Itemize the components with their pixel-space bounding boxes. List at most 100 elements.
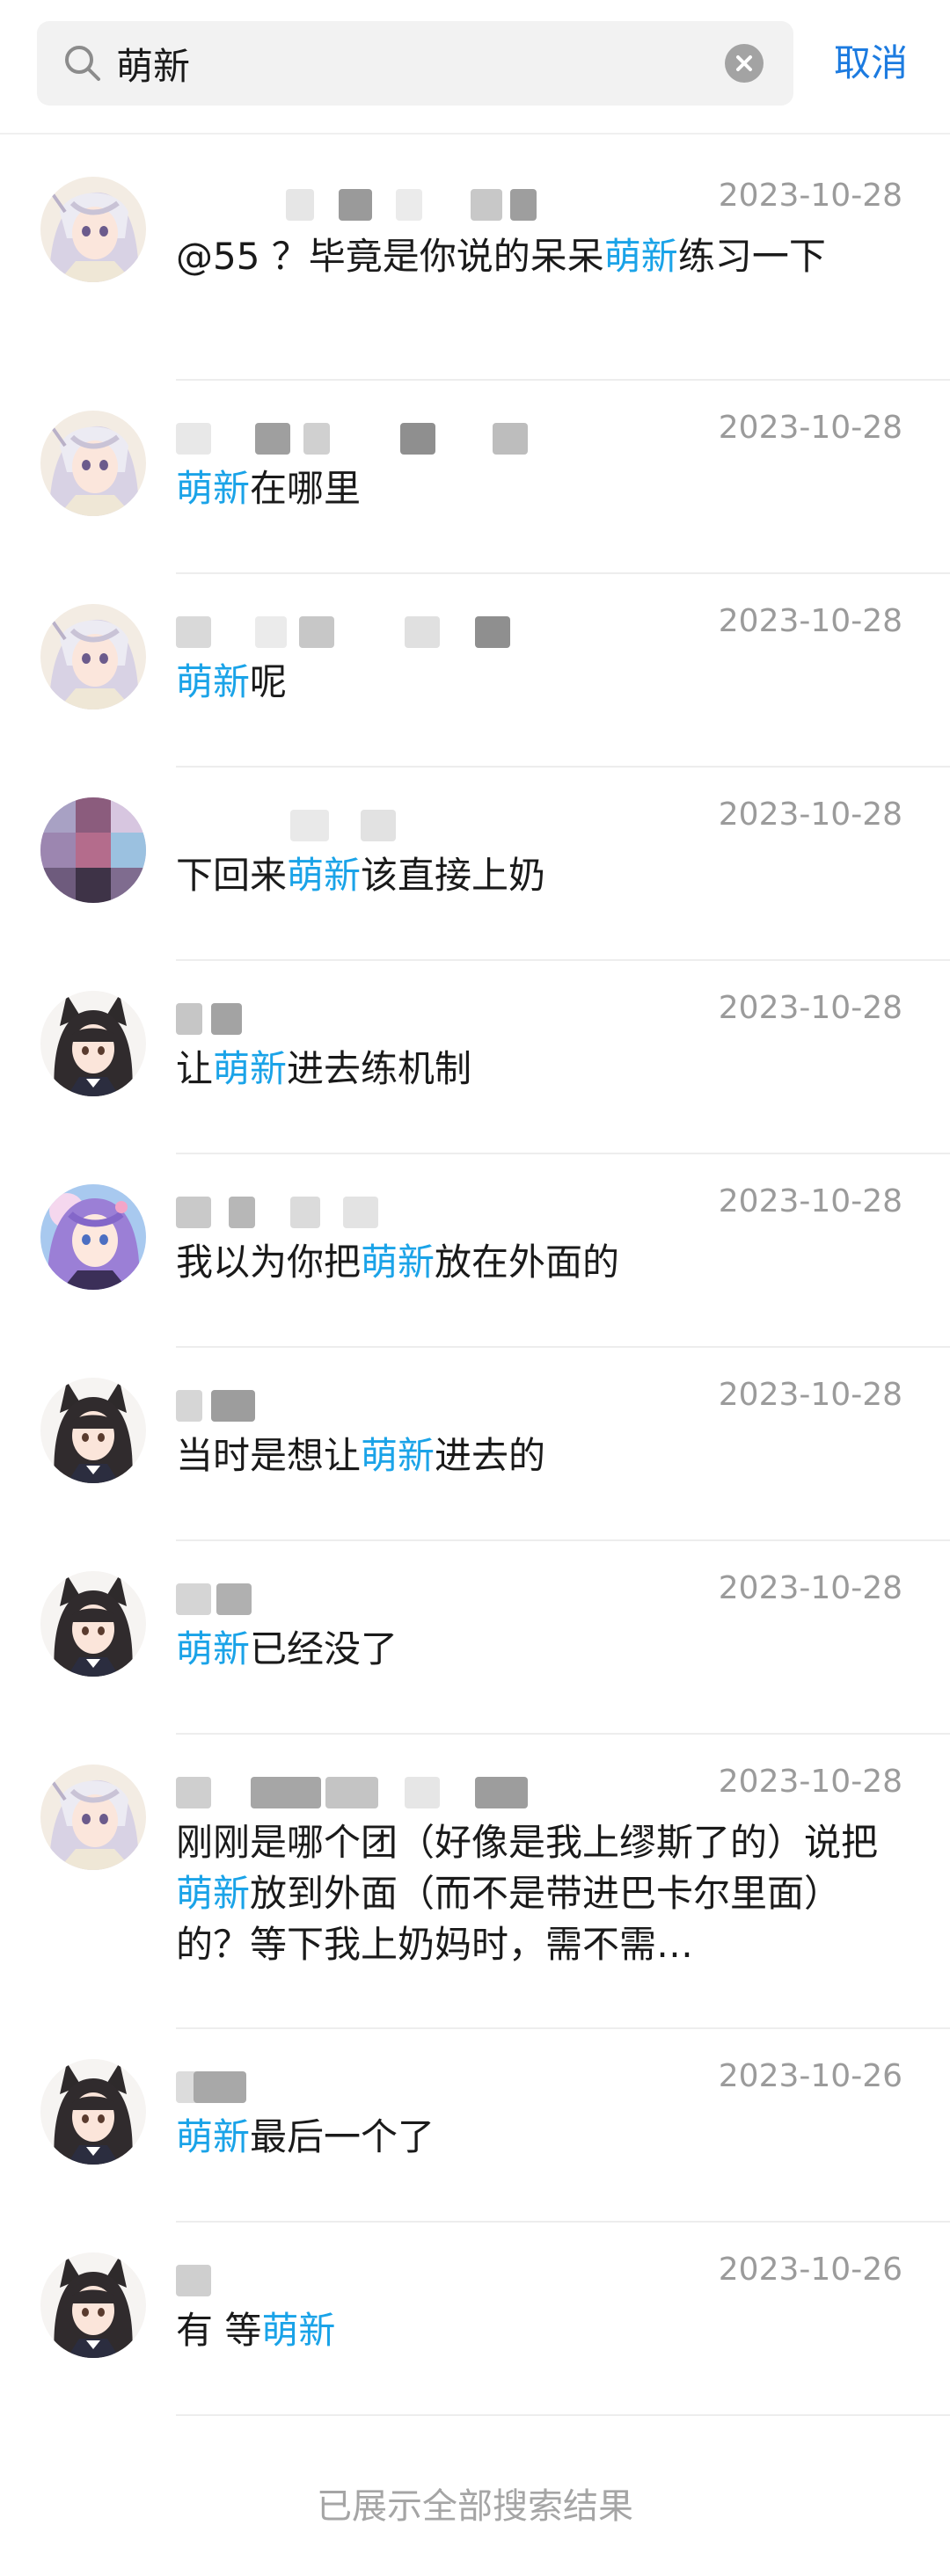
message-date: 2023-10-26 bbox=[718, 2058, 902, 2094]
search-result-item[interactable]: 2023-10-26 有 等萌新 bbox=[0, 2223, 950, 2416]
message-text: 下回来萌新该直接上奶 bbox=[176, 854, 546, 897]
message-text: 让萌新进去练机制 bbox=[176, 1047, 472, 1090]
keyword-highlight: 萌新 bbox=[361, 1434, 435, 1477]
search-input[interactable] bbox=[116, 21, 714, 106]
avatar-white-hair[interactable] bbox=[40, 604, 146, 709]
redaction-block bbox=[471, 189, 502, 221]
keyword-highlight: 萌新 bbox=[176, 1872, 251, 1915]
search-result-item[interactable]: 2023-10-28 萌新在哪里 bbox=[0, 381, 950, 574]
message-text: @55 ？毕竟是你说的呆呆萌新练习一下 bbox=[176, 235, 826, 278]
message-text: 刚刚是哪个团（好像是我上缪斯了的）说把萌新放到外面（而不是带进巴卡尔里面）的？等… bbox=[176, 1821, 879, 1966]
search-result-item[interactable]: 2023-10-28 刚刚是哪个团（好像是我上缪斯了的）说把萌新放到外面（而不是带… bbox=[0, 1735, 950, 2029]
redaction-block bbox=[176, 1390, 202, 1422]
clear-search-button[interactable] bbox=[725, 44, 764, 83]
redaction-block bbox=[475, 1777, 528, 1808]
redaction-block bbox=[229, 1197, 255, 1228]
cancel-button[interactable]: 取消 bbox=[809, 21, 932, 106]
keyword-highlight: 萌新 bbox=[603, 235, 678, 278]
redaction-block bbox=[343, 1197, 378, 1228]
message-date: 2023-10-26 bbox=[718, 2252, 902, 2288]
avatar-pixelated[interactable] bbox=[40, 797, 146, 903]
sender-name-redacted bbox=[176, 998, 545, 1037]
avatar-cat-ears-girl[interactable] bbox=[40, 1378, 146, 1483]
search-result-item[interactable]: 2023-10-28 @55 ？毕竟是你说的呆呆萌新练习一下 bbox=[0, 135, 950, 381]
redaction-block bbox=[176, 1583, 211, 1615]
message-date: 2023-10-28 bbox=[718, 990, 902, 1026]
message-date: 2023-10-28 bbox=[718, 1183, 902, 1219]
search-icon bbox=[62, 42, 104, 84]
redaction-block bbox=[176, 1003, 202, 1035]
redaction-block bbox=[510, 189, 537, 221]
sender-name-redacted bbox=[176, 184, 545, 222]
redaction-block bbox=[400, 423, 435, 455]
end-of-results-note: 已展示全部搜索结果 bbox=[317, 2486, 633, 2527]
sender-name-redacted bbox=[176, 2259, 545, 2298]
keyword-highlight: 萌新 bbox=[176, 1627, 251, 1670]
search-header: 取消 bbox=[0, 0, 950, 135]
search-result-item[interactable]: 2023-10-28 让萌新进去练机制 bbox=[0, 961, 950, 1154]
message-date: 2023-10-28 bbox=[718, 1377, 902, 1413]
avatar-cat-ears-girl[interactable] bbox=[40, 2059, 146, 2165]
search-result-item[interactable]: 2023-10-26 萌新最后一个了 bbox=[0, 2029, 950, 2223]
sender-name-redacted bbox=[176, 2066, 545, 2105]
redaction-block bbox=[361, 810, 396, 841]
redaction-block bbox=[475, 616, 510, 648]
search-result-item[interactable]: 2023-10-28 萌新已经没了 bbox=[0, 1541, 950, 1735]
avatar-white-hair[interactable] bbox=[40, 411, 146, 516]
redaction-block bbox=[299, 616, 334, 648]
redaction-block bbox=[194, 2071, 246, 2103]
search-results-list: 2023-10-28 @55 ？毕竟是你说的呆呆萌新练习一下 2023-10-28 萌… bbox=[0, 135, 950, 2416]
redaction-block bbox=[290, 810, 329, 841]
avatar-cat-ears-girl[interactable] bbox=[40, 2252, 146, 2358]
message-text: 有 等萌新 bbox=[176, 2309, 336, 2352]
redaction-block bbox=[251, 1777, 321, 1808]
redaction-block bbox=[176, 2265, 211, 2296]
keyword-highlight: 萌新 bbox=[176, 467, 251, 510]
avatar-cat-ears-girl[interactable] bbox=[40, 991, 146, 1096]
message-text: 当时是想让萌新进去的 bbox=[176, 1434, 546, 1477]
search-result-item[interactable]: 2023-10-28 萌新呢 bbox=[0, 574, 950, 768]
redaction-block bbox=[176, 616, 211, 648]
redaction-block bbox=[176, 423, 211, 455]
keyword-highlight: 萌新 bbox=[176, 660, 251, 703]
message-date: 2023-10-28 bbox=[718, 178, 902, 214]
message-text: 萌新已经没了 bbox=[176, 1627, 398, 1670]
close-icon bbox=[725, 44, 764, 83]
redaction-block bbox=[493, 423, 528, 455]
redaction-block bbox=[325, 1777, 378, 1808]
message-date: 2023-10-28 bbox=[718, 797, 902, 833]
avatar-white-hair[interactable] bbox=[40, 1765, 146, 1870]
row-divider bbox=[176, 2414, 950, 2416]
redaction-block bbox=[216, 1583, 252, 1615]
sender-name-redacted bbox=[176, 1772, 545, 1810]
keyword-highlight: 萌新 bbox=[213, 1047, 288, 1090]
redaction-block bbox=[396, 189, 422, 221]
avatar-cat-ears-girl[interactable] bbox=[40, 1571, 146, 1677]
keyword-highlight: 萌新 bbox=[261, 2309, 336, 2352]
sender-name-redacted bbox=[176, 611, 545, 650]
sender-name-redacted bbox=[176, 804, 545, 843]
redaction-block bbox=[255, 423, 290, 455]
sender-name-redacted bbox=[176, 418, 545, 456]
search-result-item[interactable]: 2023-10-28 我以为你把萌新放在外面的 bbox=[0, 1154, 950, 1348]
message-date: 2023-10-28 bbox=[718, 1570, 902, 1606]
keyword-highlight: 萌新 bbox=[361, 1241, 435, 1284]
avatar-purple-hair[interactable] bbox=[40, 1184, 146, 1290]
message-text: 萌新在哪里 bbox=[176, 467, 362, 510]
redaction-block bbox=[286, 189, 314, 221]
search-box[interactable] bbox=[37, 21, 793, 106]
redaction-block bbox=[211, 1003, 242, 1035]
redaction-block bbox=[303, 423, 330, 455]
message-date: 2023-10-28 bbox=[718, 410, 902, 446]
search-result-item[interactable]: 2023-10-28 当时是想让萌新进去的 bbox=[0, 1348, 950, 1541]
redaction-block bbox=[176, 1197, 211, 1228]
message-text: 我以为你把萌新放在外面的 bbox=[176, 1241, 620, 1284]
redaction-block bbox=[405, 616, 440, 648]
search-result-item[interactable]: 2023-10-28 下回来萌新该直接上奶 bbox=[0, 768, 950, 961]
avatar-white-hair[interactable] bbox=[40, 177, 146, 282]
message-text: 萌新呢 bbox=[176, 660, 288, 703]
redaction-block bbox=[211, 1390, 255, 1422]
redaction-block bbox=[255, 616, 287, 648]
redaction-block bbox=[176, 1777, 211, 1808]
redaction-block bbox=[405, 1777, 440, 1808]
